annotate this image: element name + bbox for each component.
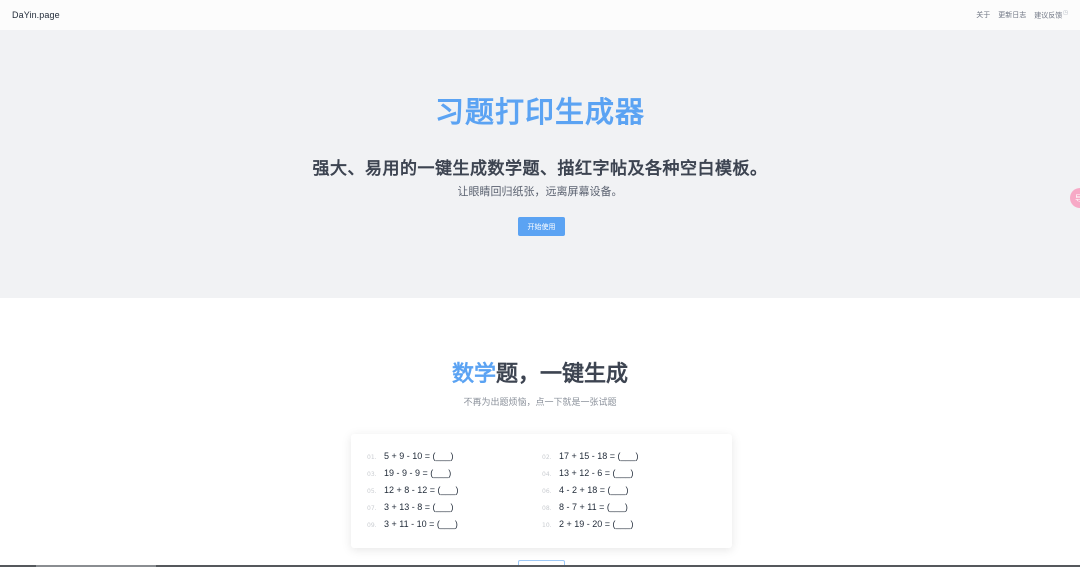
problem-expression: 2 + 19 - 20 = (___)	[559, 519, 634, 529]
hero-section: 习题打印生成器 强大、易用的一键生成数学题、描红字帖及各种空白模板。 让眼睛回归…	[0, 30, 1080, 298]
problem-item: 01. 5 + 9 - 10 = (___)	[367, 451, 454, 465]
brand-logo[interactable]: DaYin.page	[12, 10, 60, 20]
side-widget-label: 导	[1075, 193, 1080, 203]
top-navbar: DaYin.page 关于 更新日志 建议反馈◳	[0, 0, 1080, 30]
nav-links: 关于 更新日志 建议反馈◳	[976, 10, 1068, 20]
math-title-accent: 数学	[451, 362, 496, 387]
problem-expression: 17 + 15 - 18 = (___)	[559, 451, 639, 461]
nav-link-changelog[interactable]: 更新日志	[998, 10, 1026, 20]
problem-expression: 3 + 11 - 10 = (___)	[384, 519, 458, 529]
nav-link-feedback[interactable]: 建议反馈◳	[1034, 10, 1068, 20]
problem-item: 10. 2 + 19 - 20 = (___)	[542, 519, 634, 533]
math-title-rest: 题，一键生成	[496, 362, 629, 387]
external-link-icon: ◳	[1063, 9, 1068, 16]
problem-item: 07. 3 + 13 - 8 = (___)	[367, 502, 454, 516]
problem-number: 09.	[367, 522, 377, 529]
problem-number: 01.	[367, 454, 377, 461]
hero-subtitle: 强大、易用的一键生成数学题、描红字帖及各种空白模板。	[312, 159, 768, 179]
problem-item: 06. 4 - 2 + 18 = (___)	[542, 485, 629, 499]
problem-expression: 12 + 8 - 12 = (___)	[384, 485, 459, 495]
problem-expression: 4 - 2 + 18 = (___)	[559, 485, 629, 495]
problem-item: 05. 12 + 8 - 12 = (___)	[367, 485, 459, 499]
problem-expression: 5 + 9 - 10 = (___)	[384, 451, 454, 461]
problem-number: 05.	[367, 488, 377, 495]
start-button[interactable]: 开始使用	[518, 217, 565, 236]
nav-link-about[interactable]: 关于	[976, 10, 990, 20]
problem-number: 07.	[367, 505, 377, 512]
hero-tagline: 让眼睛回归纸张，远离屏幕设备。	[457, 185, 623, 198]
problem-number: 04.	[542, 471, 552, 478]
problem-item: 09. 3 + 11 - 10 = (___)	[367, 519, 458, 533]
problem-number: 02.	[542, 454, 552, 461]
problem-number: 10.	[542, 522, 552, 529]
problem-number: 08.	[542, 505, 552, 512]
problem-expression: 3 + 13 - 8 = (___)	[384, 502, 454, 512]
problem-number: 06.	[542, 488, 552, 495]
problem-expression: 19 - 9 - 9 = (___)	[384, 468, 452, 478]
problem-item: 02. 17 + 15 - 18 = (___)	[542, 451, 639, 465]
nav-link-feedback-label: 建议反馈	[1034, 11, 1063, 20]
problem-expression: 13 + 12 - 6 = (___)	[559, 468, 634, 478]
problem-item: 03. 19 - 9 - 9 = (___)	[367, 468, 451, 482]
math-preview-card: 01. 5 + 9 - 10 = (___) 02. 17 + 15 - 18 …	[351, 434, 732, 548]
math-section-subtitle: 不再为出题烦恼，点一下就是一张试题	[463, 398, 617, 408]
problem-item: 08. 8 - 7 + 11 = (___)	[542, 502, 628, 516]
problem-number: 03.	[367, 471, 377, 478]
hero-title: 习题打印生成器	[434, 95, 645, 129]
problem-expression: 8 - 7 + 11 = (___)	[559, 502, 628, 512]
math-section-title: 数学题，一键生成	[0, 356, 1080, 388]
page: DaYin.page 关于 更新日志 建议反馈◳ 习题打印生成器 强大、易用的一…	[0, 0, 1080, 567]
problem-item: 04. 13 + 12 - 6 = (___)	[542, 468, 634, 482]
